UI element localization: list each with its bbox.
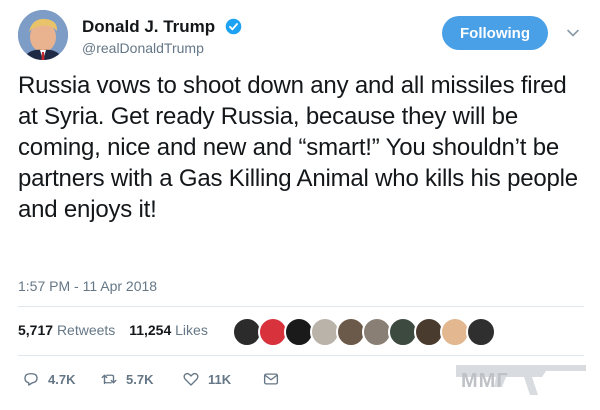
likes-label: Likes xyxy=(175,322,208,338)
following-button[interactable]: Following xyxy=(442,16,548,50)
verified-badge-icon xyxy=(225,18,242,35)
retweet-action[interactable]: 5.7K xyxy=(100,370,153,388)
retweet-icon xyxy=(101,374,117,385)
tweet-timestamp[interactable]: 1:57 PM - 11 Apr 2018 xyxy=(18,278,157,294)
likes-stat[interactable]: 11,254 Likes xyxy=(129,322,208,338)
tweet-header: Donald J. Trump @realDonaldTrump Followi… xyxy=(18,10,588,62)
tweet-stats: 5,717 Retweets 11,254 Likes xyxy=(18,322,218,338)
reply-count: 4.7K xyxy=(48,371,76,387)
retweets-label: Retweets xyxy=(56,322,116,338)
retweet-count: 5.7K xyxy=(126,371,154,387)
direct-message-action[interactable] xyxy=(262,370,280,388)
envelope-icon xyxy=(263,373,279,385)
avatar-image xyxy=(18,10,68,60)
chevron-down-icon[interactable] xyxy=(566,26,580,40)
liker-avatar[interactable] xyxy=(466,317,496,347)
divider xyxy=(18,306,584,307)
likes-count: 11,254 xyxy=(129,322,172,338)
watermark: MMГ xyxy=(446,355,596,405)
watermark-text: MMГ xyxy=(461,370,509,392)
reply-action[interactable]: 4.7K xyxy=(22,370,75,388)
retweets-stat[interactable]: 5,717 Retweets xyxy=(18,322,115,338)
reply-icon xyxy=(24,373,38,386)
retweets-count: 5,717 xyxy=(18,322,54,338)
like-count: 11K xyxy=(208,371,232,387)
heart-icon xyxy=(183,372,199,386)
user-handle[interactable]: @realDonaldTrump xyxy=(82,40,204,56)
avatar[interactable] xyxy=(18,10,68,60)
display-name[interactable]: Donald J. Trump xyxy=(82,17,215,37)
like-action[interactable]: 11K xyxy=(182,370,231,388)
tweet-text: Russia vows to shoot down any and all mi… xyxy=(18,72,578,223)
